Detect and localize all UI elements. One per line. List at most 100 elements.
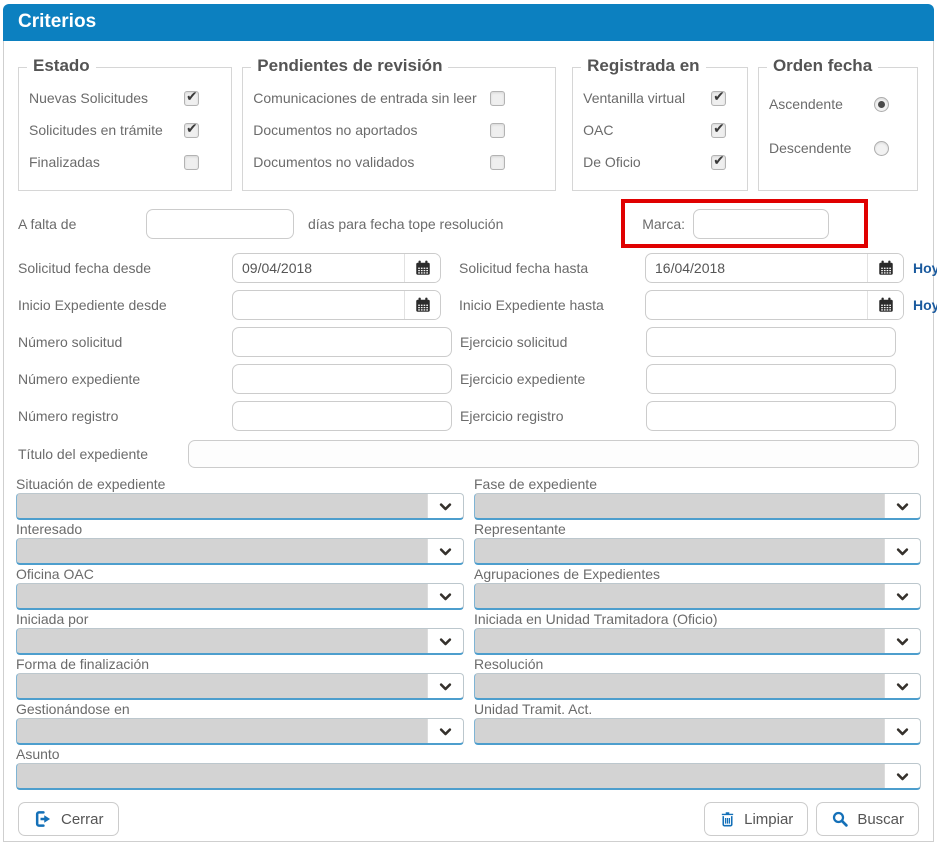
checkbox-nuevas-solicitudes[interactable] — [184, 91, 199, 106]
solicitud-fecha-desde-input[interactable] — [233, 254, 404, 282]
numero-registro-input[interactable] — [232, 401, 452, 431]
select-interesado[interactable] — [16, 538, 464, 565]
checkbox-documentos-no-validados[interactable] — [490, 155, 505, 170]
fieldset-registrada-en: Registrada en Ventanilla virtual OAC De … — [572, 67, 748, 191]
select-label: Agrupaciones de Expedientes — [474, 566, 921, 583]
select-agrupaciones-expedientes[interactable] — [474, 583, 921, 610]
select-label: Forma de finalización — [16, 656, 464, 673]
checkbox-documentos-no-aportados[interactable] — [490, 123, 505, 138]
inicio-expediente-desde-input[interactable] — [233, 291, 404, 319]
select-label: Unidad Tramit. Act. — [474, 701, 921, 718]
cerrar-button[interactable]: Cerrar — [18, 802, 119, 836]
ejercicio-solicitud-input[interactable] — [646, 327, 896, 357]
checkbox-solicitudes-en-tramite[interactable] — [184, 123, 199, 138]
numero-solicitud-row: Número solicitud Ejercicio solicitud — [4, 323, 933, 360]
numero-solicitud-input[interactable] — [232, 327, 452, 357]
checkbox-label: Nuevas Solicitudes — [29, 90, 148, 106]
checkbox-label: OAC — [583, 122, 613, 138]
fieldset-legend: Pendientes de revisión — [251, 56, 448, 76]
inicio-expediente-hasta-input[interactable] — [646, 291, 867, 319]
footer-actions: Cerrar Limpiar Buscar — [4, 791, 933, 836]
panel-header: Criterios — [3, 4, 934, 41]
select-unidad-tramit-act[interactable] — [474, 718, 921, 745]
ejercicio-registro-input[interactable] — [646, 401, 896, 431]
trash-icon — [719, 810, 736, 828]
select-gestionandose-en[interactable] — [16, 718, 464, 745]
page-title: Criterios — [18, 11, 96, 32]
field-label: A falta de — [18, 216, 146, 232]
hoy-link-solicitud[interactable]: Hoy — [913, 260, 937, 276]
checkbox-ventanilla-virtual[interactable] — [711, 91, 726, 106]
radio-ascendente[interactable] — [874, 97, 889, 112]
select-iniciada-por[interactable] — [16, 628, 464, 655]
titulo-expediente-input[interactable] — [188, 440, 919, 468]
select-resolucion[interactable] — [474, 673, 921, 700]
chevron-down-icon — [438, 499, 453, 514]
hoy-link-inicio[interactable]: Hoy — [913, 297, 937, 313]
fieldset-orden-fecha: Orden fecha Ascendente Descendente — [758, 67, 918, 191]
fieldset-legend: Estado — [27, 56, 96, 76]
field-label: Número solicitud — [18, 334, 232, 350]
sign-out-icon — [33, 809, 53, 829]
radio-descendente[interactable] — [874, 141, 889, 156]
a-falta-row: A falta de días para fecha tope resoluci… — [4, 201, 933, 247]
select-forma-finalizacion[interactable] — [16, 673, 464, 700]
button-label: Cerrar — [61, 811, 104, 828]
fieldset-estado: Estado Nuevas Solicitudes Solicitudes en… — [18, 67, 232, 191]
select-label: Representante — [474, 521, 921, 538]
select-label: Fase de expediente — [474, 476, 921, 493]
checkbox-oac[interactable] — [711, 123, 726, 138]
inicio-expediente-hasta-group — [645, 290, 904, 320]
chevron-down-icon — [895, 679, 910, 694]
select-label: Situación de expediente — [16, 476, 464, 493]
checkbox-label: Comunicaciones de entrada sin leer — [253, 90, 476, 106]
solicitud-fecha-hasta-input[interactable] — [646, 254, 867, 282]
calendar-button[interactable] — [867, 291, 903, 319]
inicio-expediente-row: Inicio Expediente desde Inicio Expedient… — [4, 286, 933, 323]
selects-section: Situación de expediente Fase de expedien… — [4, 474, 933, 790]
chevron-down-icon — [438, 679, 453, 694]
limpiar-button[interactable]: Limpiar — [704, 802, 808, 836]
titulo-expediente-row: Título del expediente — [4, 434, 933, 474]
select-label: Gestionándose en — [16, 701, 464, 718]
solicitud-fecha-hasta-group — [645, 253, 904, 283]
chevron-down-icon — [895, 769, 910, 784]
numero-registro-row: Número registro Ejercicio registro — [4, 397, 933, 434]
calendar-button[interactable] — [867, 254, 903, 282]
select-iniciada-unidad-tramitadora[interactable] — [474, 628, 921, 655]
a-falta-dias-input[interactable] — [146, 209, 294, 239]
field-label: Solicitud fecha desde — [18, 260, 232, 276]
ejercicio-expediente-input[interactable] — [646, 364, 896, 394]
select-fase-expediente[interactable] — [474, 493, 921, 520]
checkbox-de-oficio[interactable] — [711, 155, 726, 170]
radio-label: Descendente — [769, 140, 852, 156]
marca-input[interactable] — [693, 209, 829, 239]
chevron-down-icon — [895, 499, 910, 514]
calendar-button[interactable] — [404, 291, 440, 319]
calendar-button[interactable] — [404, 254, 440, 282]
select-label: Resolución — [474, 656, 921, 673]
select-situacion-expediente[interactable] — [16, 493, 464, 520]
marca-field-group: Marca: — [642, 209, 829, 239]
criterios-form: Estado Nuevas Solicitudes Solicitudes en… — [3, 41, 934, 842]
field-label: Número registro — [18, 408, 232, 424]
select-asunto[interactable] — [16, 763, 921, 790]
select-representante[interactable] — [474, 538, 921, 565]
checkbox-label: Solicitudes en trámite — [29, 122, 163, 138]
checkbox-comunicaciones-sin-leer[interactable] — [490, 91, 505, 106]
field-label: Inicio Expediente hasta — [459, 297, 645, 313]
field-label: Ejercicio registro — [460, 408, 646, 424]
checkbox-finalizadas[interactable] — [184, 155, 199, 170]
field-label: Ejercicio solicitud — [460, 334, 646, 350]
select-label: Interesado — [16, 521, 464, 538]
calendar-icon — [877, 259, 895, 277]
buscar-button[interactable]: Buscar — [816, 802, 919, 836]
checkbox-label: Documentos no aportados — [253, 122, 417, 138]
calendar-icon — [414, 296, 432, 314]
chevron-down-icon — [895, 634, 910, 649]
calendar-icon — [414, 259, 432, 277]
numero-expediente-input[interactable] — [232, 364, 452, 394]
a-falta-suffix: días para fecha tope resolución — [308, 216, 503, 232]
checkbox-label: Finalizadas — [29, 154, 100, 170]
select-oficina-oac[interactable] — [16, 583, 464, 610]
